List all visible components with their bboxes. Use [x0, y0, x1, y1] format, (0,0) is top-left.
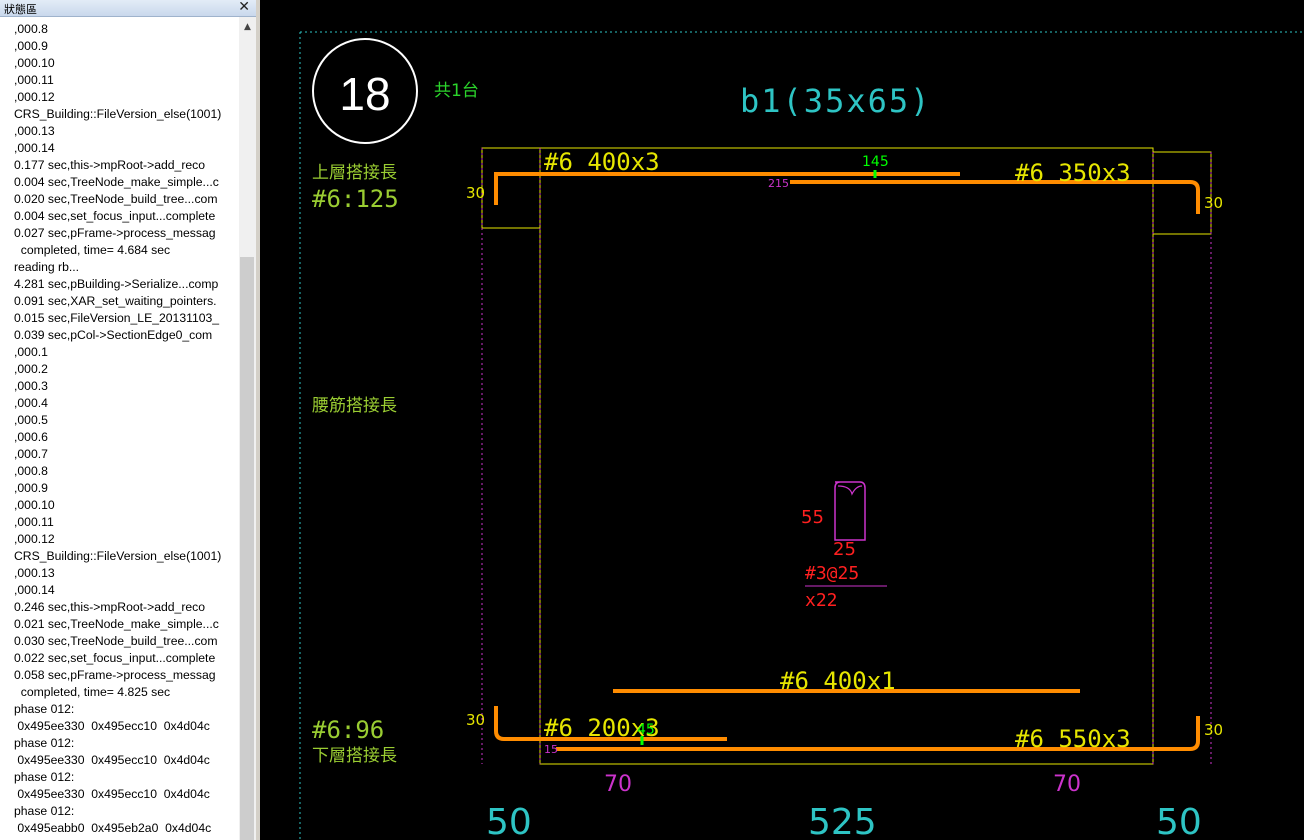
log-line: 0.058 sec,pFrame->process_messag	[14, 668, 216, 682]
log-line: 0.246 sec,this->mpRoot->add_reco	[14, 600, 206, 614]
log-line: ,000.6	[14, 430, 48, 444]
log-line: 0x495ee330 0x495ecc10 0x4d04c	[14, 753, 210, 767]
web-lap-label: 腰筋搭接長	[312, 396, 397, 416]
top-left-bar-label: #6 400x3	[544, 148, 660, 176]
log-lines: ,000.8 ,000.9 ,000.10 ,000.11 ,000.12 CRS_Bui…	[14, 21, 221, 837]
log-line: phase 012:	[14, 736, 75, 750]
top-left-rebar	[494, 172, 960, 205]
log-line: 0.015 sec,FileVersion_LE_20131103_	[14, 311, 220, 325]
beam-number: 18	[339, 68, 390, 120]
log-scrollbar[interactable]: ▲	[239, 17, 256, 840]
right-support-box	[1152, 151, 1212, 235]
log-line: completed, time= 4.825 sec	[14, 685, 171, 699]
log-line: 0.091 sec,XAR_set_waiting_pointers.	[14, 294, 217, 308]
top-right-bar-label: #6 350x3	[1015, 159, 1131, 187]
quantity-label: 共1台	[434, 81, 479, 101]
top-right-rebar	[790, 180, 1200, 214]
log-line: ,000.2	[14, 362, 48, 376]
top-lap-value: #6:125	[312, 185, 399, 213]
log-line: ,000.11	[14, 515, 54, 529]
top-offset-dim: 215	[768, 177, 789, 190]
log-line: 0x495ee330 0x495ecc10 0x4d04c	[14, 719, 210, 733]
log-line: ,000.10	[14, 56, 55, 70]
log-line: ,000.10	[14, 498, 55, 512]
log-line: ,000.7	[14, 447, 48, 461]
log-line: ,000.9	[14, 481, 48, 495]
stirrup-width: 25	[833, 539, 856, 560]
beam-drawing: 18 共1台 b1(35x65) 上層搭接長 #6:125 腰筋搭接長 #6:9…	[299, 31, 1304, 840]
log-line: CRS_Building::FileVersion_else(1001)	[14, 549, 222, 563]
status-panel-title: 狀態區	[4, 3, 37, 16]
log-line: 4.281 sec,pBuilding->Serialize...comp	[14, 277, 219, 291]
log-line: 0.177 sec,this->mpRoot->add_reco	[14, 158, 206, 172]
log-line: 0.021 sec,TreeNode_make_simple...c	[14, 617, 219, 631]
bottom-mid-bar-label: #6 400x1	[780, 667, 896, 695]
stirrup-hook	[837, 485, 863, 496]
hook-bottom-right: 30	[1204, 721, 1223, 739]
log-line: ,000.13	[14, 124, 55, 138]
log-line: ,000.5	[14, 413, 48, 427]
log-line: 0.027 sec,pFrame->process_messag	[14, 226, 216, 240]
scroll-thumb[interactable]	[240, 257, 254, 840]
log-line: 0.020 sec,TreeNode_build_tree...com	[14, 192, 218, 206]
log-line: 0.004 sec,set_focus_input...complete	[14, 209, 216, 223]
log-line: phase 012:	[14, 804, 75, 818]
log-line: ,000.14	[14, 583, 55, 597]
log-line: ,000.3	[14, 379, 48, 393]
span-mid-dim: 525	[808, 802, 877, 840]
left-support-box	[481, 147, 541, 229]
log-line: ,000.9	[14, 39, 48, 53]
beam-title: b1(35x65)	[740, 82, 931, 120]
hook-top-right: 30	[1204, 194, 1223, 212]
log-line: ,000.13	[14, 566, 55, 580]
log-line: ,000.12	[14, 90, 55, 104]
log-line: phase 012:	[14, 702, 75, 716]
scroll-up-arrow-icon[interactable]: ▲	[239, 19, 256, 35]
bottom-lap-label: 下層搭接長	[312, 746, 397, 766]
close-icon[interactable]: ✕	[238, 0, 250, 15]
support-right-dim: 70	[1053, 772, 1081, 797]
stirrup-count: x22	[805, 590, 838, 611]
log-line: ,000.14	[14, 141, 55, 155]
status-panel-titlebar: 狀態區 ✕	[0, 0, 256, 17]
span-right-dim: 50	[1156, 802, 1202, 840]
log-line: phase 012:	[14, 770, 75, 784]
stirrup-height: 55	[801, 507, 824, 528]
stirrup-spec: #3@25	[805, 563, 859, 584]
log-line: ,000.1	[14, 345, 48, 359]
bottom-right-bar-label: #6 550x3	[1015, 725, 1131, 753]
hook-bottom-left: 30	[466, 711, 485, 729]
log-line: ,000.8	[14, 22, 48, 36]
bottom-mid-dim: 45	[637, 722, 655, 738]
log-line: ,000.12	[14, 532, 55, 546]
hook-top-left: 30	[466, 184, 485, 202]
log-line: 0.022 sec,set_focus_input...complete	[14, 651, 216, 665]
log-line: 0.039 sec,pCol->SectionEdge0_com	[14, 328, 213, 342]
log-line: CRS_Building::FileVersion_else(1001)	[14, 107, 222, 121]
log-line: ,000.11	[14, 73, 54, 87]
top-lap-label: 上層搭接長	[312, 163, 397, 183]
log-line: 0x495eabb0 0x495eb2a0 0x4d04c	[14, 821, 212, 835]
log-line: 0x495ee330 0x495ecc10 0x4d04c	[14, 787, 210, 801]
log-line: reading rb...	[14, 260, 80, 274]
log-line: ,000.4	[14, 396, 48, 410]
log-line: completed, time= 4.684 sec	[14, 243, 171, 257]
log-line: ,000.8	[14, 464, 48, 478]
drawing-canvas[interactable]: 18 共1台 b1(35x65) 上層搭接長 #6:125 腰筋搭接長 #6:9…	[260, 0, 1304, 840]
log-area[interactable]: ,000.8 ,000.9 ,000.10 ,000.11 ,000.12 CRS_Bui…	[0, 17, 239, 840]
log-line: 0.004 sec,TreeNode_make_simple...c	[14, 175, 219, 189]
top-mid-dim: 145	[862, 154, 889, 170]
span-left-dim: 50	[486, 802, 532, 840]
bottom-lap-value: #6:96	[312, 716, 384, 744]
support-left-dim: 70	[604, 772, 632, 797]
status-panel: 狀態區 ✕ ,000.8 ,000.9 ,000.10 ,000.11 ,000.12 C…	[0, 0, 256, 840]
bottom-offset-dim: 15	[544, 743, 558, 756]
log-line: 0.030 sec,TreeNode_build_tree...com	[14, 634, 218, 648]
